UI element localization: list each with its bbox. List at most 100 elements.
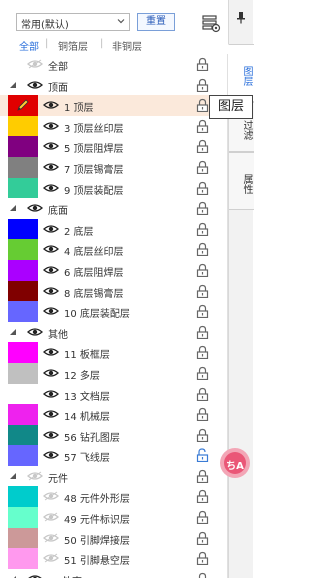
layer-row[interactable]: 2 底层 <box>0 218 227 240</box>
layer-row[interactable]: 50 引脚焊接层 <box>0 527 227 549</box>
eye-icon[interactable] <box>43 306 59 316</box>
lock-icon[interactable] <box>196 325 209 339</box>
layer-row[interactable]: 48 元件外形层 <box>0 486 227 508</box>
filter-copper-tab[interactable]: 铜箔层 <box>58 38 88 53</box>
eye-icon[interactable] <box>43 368 59 378</box>
layer-row[interactable]: 57 飞线层 <box>0 445 227 466</box>
tab-properties[interactable]: 属性 <box>229 152 254 210</box>
layer-row[interactable]: 4 底层丝印层 <box>0 239 227 260</box>
lock-icon[interactable] <box>196 181 209 195</box>
layer-group-row[interactable]: 顶面 <box>0 75 227 96</box>
lock-icon[interactable] <box>196 201 209 216</box>
layer-color-swatch[interactable] <box>8 445 38 466</box>
layer-group-row[interactable]: 元件 <box>0 466 227 487</box>
collapse-triangle-icon[interactable] <box>9 472 17 480</box>
layer-color-swatch[interactable] <box>8 362 38 384</box>
layer-group-row[interactable]: 全部 <box>0 54 227 75</box>
eye-icon[interactable] <box>43 244 59 254</box>
eye-hidden-icon[interactable] <box>43 553 59 563</box>
lock-icon[interactable] <box>196 407 209 422</box>
pin-icon[interactable] <box>237 12 245 24</box>
lock-icon[interactable] <box>196 304 209 319</box>
layer-row[interactable]: 8 底层锡膏层 <box>0 280 227 302</box>
layer-row[interactable]: 56 钻孔图层 <box>0 424 227 446</box>
layer-color-swatch[interactable] <box>8 177 38 199</box>
filter-non-copper-tab[interactable]: 非铜层 <box>112 38 142 53</box>
lock-icon[interactable] <box>196 78 209 92</box>
lock-icon[interactable] <box>196 489 209 504</box>
layer-color-swatch[interactable] <box>8 280 38 302</box>
eye-icon[interactable] <box>27 574 43 578</box>
eye-icon[interactable] <box>43 286 59 296</box>
layer-preset-select[interactable]: 常用(默认) <box>16 13 130 31</box>
layer-color-swatch[interactable] <box>8 548 38 569</box>
layer-row[interactable]: 3 顶层丝印层 <box>0 115 227 137</box>
layer-group-row[interactable]: 3D外壳 <box>0 569 227 578</box>
layer-row[interactable]: 5 顶层阻焊层 <box>0 136 227 157</box>
eye-icon[interactable] <box>27 203 43 213</box>
lock-icon[interactable] <box>196 469 209 483</box>
eye-icon[interactable] <box>43 183 59 193</box>
eye-hidden-icon[interactable] <box>43 512 59 522</box>
layer-color-swatch[interactable] <box>8 342 38 363</box>
eye-icon[interactable] <box>43 162 59 172</box>
lock-icon[interactable] <box>196 284 209 298</box>
layer-row[interactable]: 6 底层阻焊层 <box>0 259 227 281</box>
layer-row[interactable]: 9 顶层装配层 <box>0 177 227 199</box>
eye-icon[interactable] <box>43 141 59 151</box>
layer-color-swatch[interactable] <box>8 115 38 137</box>
layer-color-swatch[interactable] <box>8 383 38 405</box>
eye-hidden-icon[interactable] <box>27 471 43 481</box>
layer-color-swatch[interactable] <box>8 507 38 528</box>
layer-row[interactable]: 49 元件标识层 <box>0 507 227 528</box>
lock-icon[interactable] <box>196 263 209 277</box>
unlock-icon[interactable] <box>196 448 209 463</box>
layer-color-swatch[interactable] <box>8 259 38 281</box>
eye-hidden-icon[interactable] <box>43 491 59 501</box>
layer-row[interactable]: 7 顶层锡膏层 <box>0 156 227 178</box>
lock-icon[interactable] <box>196 98 209 113</box>
lock-icon[interactable] <box>196 57 209 71</box>
lock-icon[interactable] <box>196 119 209 133</box>
eye-icon[interactable] <box>43 224 59 234</box>
layer-row[interactable]: 14 机械层 <box>0 404 227 425</box>
filter-all-tab[interactable]: 全部 <box>19 38 39 53</box>
layer-row[interactable]: 10 底层装配层 <box>0 301 227 322</box>
eye-hidden-icon[interactable] <box>27 59 43 69</box>
lock-icon[interactable] <box>196 366 209 380</box>
eye-hidden-icon[interactable] <box>43 533 59 543</box>
lock-icon[interactable] <box>196 551 209 566</box>
assistant-float-button[interactable]: ちA <box>220 448 250 478</box>
layer-color-swatch[interactable] <box>8 95 38 116</box>
layer-color-swatch[interactable] <box>8 156 38 178</box>
layer-stack-settings-icon[interactable] <box>200 12 222 34</box>
eye-icon[interactable] <box>43 100 59 110</box>
eye-icon[interactable] <box>27 327 43 337</box>
eye-icon[interactable] <box>43 347 59 357</box>
lock-icon[interactable] <box>196 345 209 360</box>
eye-icon[interactable] <box>43 389 59 399</box>
lock-icon[interactable] <box>196 222 209 236</box>
layer-color-swatch[interactable] <box>8 218 38 240</box>
lock-icon[interactable] <box>196 242 209 257</box>
reset-button[interactable]: 重置 <box>137 13 175 31</box>
layer-row[interactable]: 51 引脚悬空层 <box>0 548 227 569</box>
layer-color-swatch[interactable] <box>8 486 38 508</box>
layer-color-swatch[interactable] <box>8 301 38 322</box>
eye-icon[interactable] <box>43 409 59 419</box>
lock-icon[interactable] <box>196 428 209 442</box>
collapse-triangle-icon[interactable] <box>9 328 17 336</box>
layer-row[interactable]: 11 板框层 <box>0 342 227 363</box>
lock-icon[interactable] <box>196 139 209 154</box>
lock-icon[interactable] <box>196 531 209 545</box>
layer-group-row[interactable]: 底面 <box>0 198 227 219</box>
layer-color-swatch[interactable] <box>8 239 38 260</box>
lock-icon[interactable] <box>196 572 209 578</box>
layer-color-swatch[interactable] <box>8 424 38 446</box>
layer-color-swatch[interactable] <box>8 136 38 157</box>
layer-row[interactable]: 12 多层 <box>0 362 227 384</box>
lock-icon[interactable] <box>196 160 209 174</box>
layer-group-row[interactable]: 其他 <box>0 322 227 343</box>
layer-color-swatch[interactable] <box>8 527 38 549</box>
layer-row[interactable]: 1 顶层 <box>0 95 227 116</box>
